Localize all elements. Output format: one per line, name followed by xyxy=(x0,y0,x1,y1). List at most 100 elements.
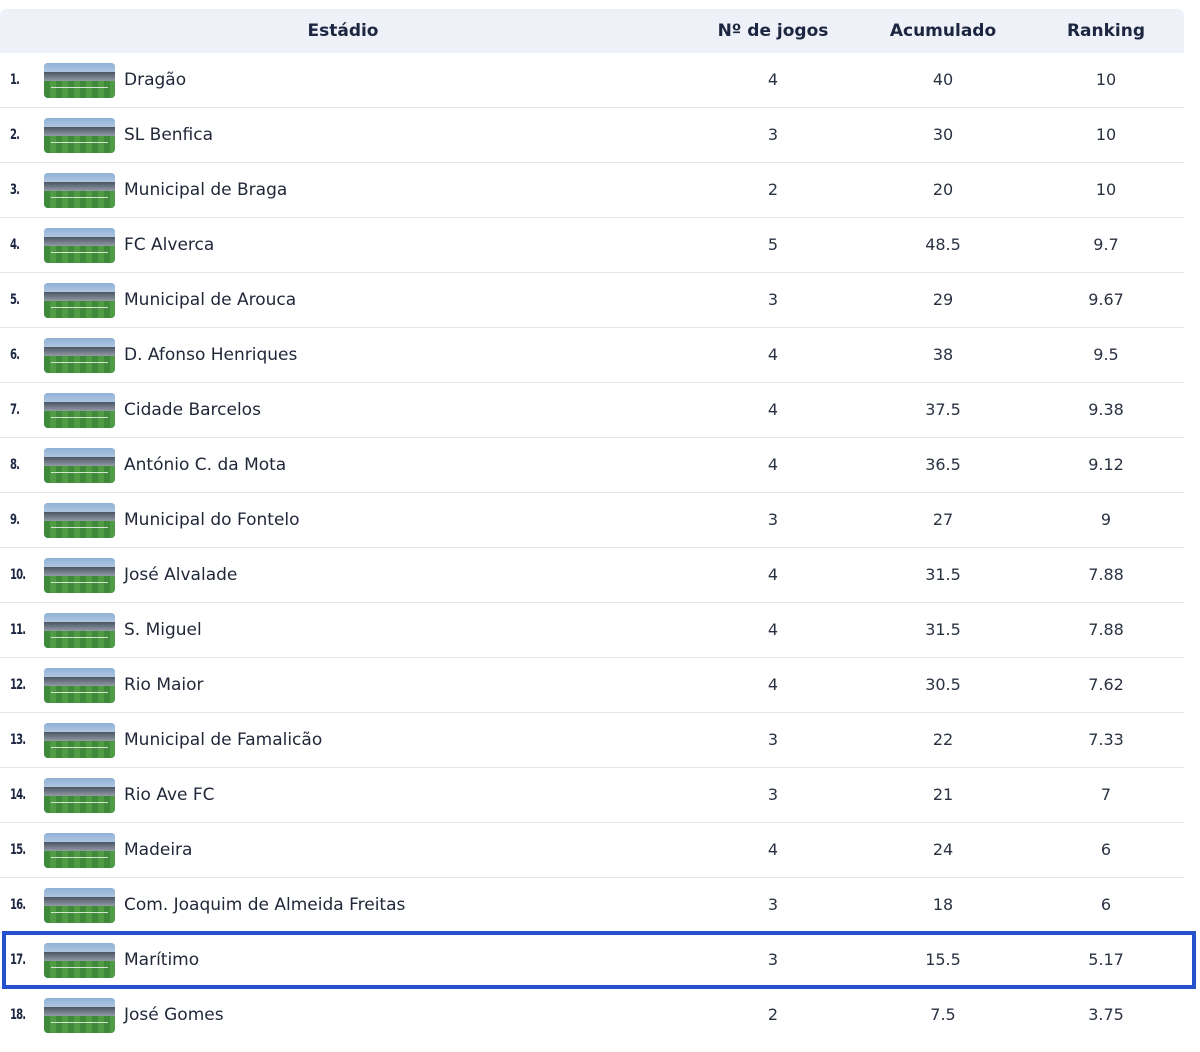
table-row[interactable]: 5. Municipal de Arouca 3 29 9.67 xyxy=(0,273,1184,328)
table-row[interactable]: 11. S. Miguel 4 31.5 7.88 xyxy=(0,603,1184,658)
ranking-value: 9.12 xyxy=(1088,455,1124,474)
table-row[interactable]: 13. Municipal de Famalicão 3 22 7.33 xyxy=(0,713,1184,768)
column-header-ranking[interactable]: Ranking xyxy=(1026,9,1186,53)
table-row[interactable]: 9. Municipal do Fontelo 3 27 9 xyxy=(0,493,1184,548)
table-row[interactable]: 16. Com. Joaquim de Almeida Freitas 3 18 6 xyxy=(0,878,1184,933)
stadium-name: Municipal de Famalicão xyxy=(124,730,323,750)
accumulated-value: 21 xyxy=(932,785,954,804)
ranking-value: 5.17 xyxy=(1088,950,1124,969)
stadium-name: Rio Ave FC xyxy=(124,785,215,805)
stadium-thumbnail xyxy=(44,668,115,703)
stadium-thumbnail xyxy=(44,63,115,98)
games-count: 4 xyxy=(767,675,779,694)
table-row[interactable]: 4. FC Alverca 5 48.5 9.7 xyxy=(0,218,1184,273)
stadium-name: Rio Maior xyxy=(124,675,204,695)
table-header: Estádio Nº de jogos Acumulado Ranking xyxy=(0,9,1184,53)
games-count: 3 xyxy=(767,290,779,309)
row-position: 3. xyxy=(10,182,20,198)
accumulated-value: 31.5 xyxy=(925,620,961,639)
table-row[interactable]: 3. Municipal de Braga 2 20 10 xyxy=(0,163,1184,218)
row-position: 2. xyxy=(10,127,20,143)
row-position: 18. xyxy=(10,1007,26,1023)
row-position: 7. xyxy=(10,402,20,418)
games-count: 4 xyxy=(767,565,779,584)
row-position: 14. xyxy=(10,787,26,803)
ranking-value: 10 xyxy=(1095,125,1117,144)
accumulated-value: 18 xyxy=(932,895,954,914)
table-row[interactable]: 10. José Alvalade 4 31.5 7.88 xyxy=(0,548,1184,603)
stadium-thumbnail xyxy=(44,283,115,318)
games-count: 4 xyxy=(767,345,779,364)
stadium-name: António C. da Mota xyxy=(124,455,287,475)
accumulated-value: 15.5 xyxy=(925,950,961,969)
accumulated-value: 22 xyxy=(932,730,954,749)
ranking-value: 7 xyxy=(1100,785,1112,804)
table-row[interactable]: 2. SL Benfica 3 30 10 xyxy=(0,108,1184,163)
accumulated-value: 37.5 xyxy=(925,400,961,419)
stadium-thumbnail xyxy=(44,888,115,923)
accumulated-value: 48.5 xyxy=(925,235,961,254)
stadium-name: S. Miguel xyxy=(124,620,202,640)
column-header-games[interactable]: Nº de jogos xyxy=(686,9,860,53)
row-position: 15. xyxy=(10,842,26,858)
games-count: 3 xyxy=(767,785,779,804)
games-count: 3 xyxy=(767,125,779,144)
stadium-name: Marítimo xyxy=(124,950,200,970)
table-row[interactable]: 12. Rio Maior 4 30.5 7.62 xyxy=(0,658,1184,713)
row-position: 8. xyxy=(10,457,20,473)
stadium-thumbnail xyxy=(44,778,115,813)
table-row[interactable]: 8. António C. da Mota 4 36.5 9.12 xyxy=(0,438,1184,493)
stadium-name: SL Benfica xyxy=(124,125,214,145)
stadium-thumbnail xyxy=(44,338,115,373)
ranking-value: 9.7 xyxy=(1093,235,1119,254)
games-count: 4 xyxy=(767,70,779,89)
column-header-stadium[interactable]: Estádio xyxy=(0,9,686,53)
accumulated-value: 24 xyxy=(932,840,954,859)
table-row[interactable]: 14. Rio Ave FC 3 21 7 xyxy=(0,768,1184,823)
games-count: 4 xyxy=(767,840,779,859)
accumulated-value: 7.5 xyxy=(930,1005,956,1024)
stadium-name: D. Afonso Henriques xyxy=(124,345,298,365)
ranking-value: 7.33 xyxy=(1088,730,1124,749)
stadium-thumbnail xyxy=(44,998,115,1033)
ranking-value: 7.88 xyxy=(1088,565,1124,584)
ranking-value: 9.38 xyxy=(1088,400,1124,419)
table-row[interactable]: 15. Madeira 4 24 6 xyxy=(0,823,1184,878)
table-body: 1. Dragão 4 40 10 2. SL Benfica 3 30 10 3. Municipa… xyxy=(0,53,1184,1042)
stadium-thumbnail xyxy=(44,558,115,593)
accumulated-value: 30 xyxy=(932,125,954,144)
stadium-name: Dragão xyxy=(124,70,187,90)
ranking-value: 6 xyxy=(1100,895,1112,914)
row-position: 1. xyxy=(10,72,20,88)
accumulated-value: 40 xyxy=(932,70,954,89)
ranking-value: 7.88 xyxy=(1088,620,1124,639)
table-row[interactable]: 17. Marítimo 3 15.5 5.17 xyxy=(0,933,1184,988)
ranking-value: 3.75 xyxy=(1088,1005,1124,1024)
table-row[interactable]: 1. Dragão 4 40 10 xyxy=(0,53,1184,108)
ranking-value: 9.67 xyxy=(1088,290,1124,309)
column-header-accumulated[interactable]: Acumulado xyxy=(860,9,1026,53)
row-position: 5. xyxy=(10,292,20,308)
games-count: 2 xyxy=(767,1005,779,1024)
stadium-thumbnail xyxy=(44,228,115,263)
table-row[interactable]: 18. José Gomes 2 7.5 3.75 xyxy=(0,988,1184,1042)
ranking-value: 6 xyxy=(1100,840,1112,859)
accumulated-value: 20 xyxy=(932,180,954,199)
accumulated-value: 27 xyxy=(932,510,954,529)
stadium-thumbnail xyxy=(44,503,115,538)
stadium-ranking-table: Estádio Nº de jogos Acumulado Ranking 1.… xyxy=(0,9,1184,1042)
stadium-name: FC Alverca xyxy=(124,235,215,255)
games-count: 3 xyxy=(767,510,779,529)
games-count: 3 xyxy=(767,895,779,914)
table-row[interactable]: 6. D. Afonso Henriques 4 38 9.5 xyxy=(0,328,1184,383)
row-position: 11. xyxy=(10,622,26,638)
table-row[interactable]: 7. Cidade Barcelos 4 37.5 9.38 xyxy=(0,383,1184,438)
stadium-thumbnail xyxy=(44,613,115,648)
games-count: 4 xyxy=(767,400,779,419)
accumulated-value: 38 xyxy=(932,345,954,364)
row-position: 4. xyxy=(10,237,20,253)
stadium-name: Com. Joaquim de Almeida Freitas xyxy=(124,895,406,915)
row-position: 17. xyxy=(10,952,26,968)
games-count: 4 xyxy=(767,455,779,474)
games-count: 3 xyxy=(767,730,779,749)
